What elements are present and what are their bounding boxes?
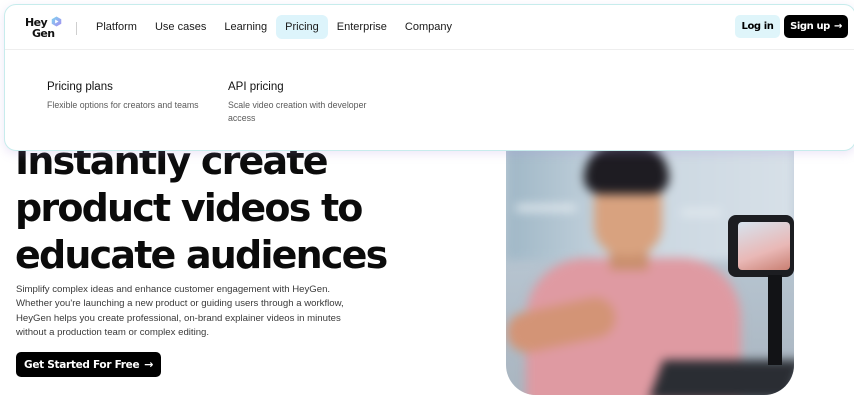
nav-item-company[interactable]: Company — [396, 15, 461, 39]
header-divider — [5, 49, 854, 50]
signup-button[interactable]: Sign up → — [784, 15, 848, 38]
logo-divider — [76, 22, 77, 35]
nav-item-pricing[interactable]: Pricing — [276, 15, 328, 39]
menu-item-api-pricing[interactable]: API pricing Scale video creation with de… — [228, 81, 393, 126]
menu-item-title: Pricing plans — [47, 81, 113, 93]
menu-item-pricing-plans[interactable]: Pricing plans Flexible options for creat… — [47, 81, 212, 112]
nav-item-platform[interactable]: Platform — [87, 15, 146, 39]
header-nav-panel: Hey Gen Platform Use cases Learning Pric… — [4, 4, 854, 151]
arrow-right-icon: → — [833, 21, 842, 32]
logo-text-line2: Gen — [32, 27, 55, 40]
hero-video-image — [506, 130, 794, 395]
get-started-button[interactable]: Get Started For Free → — [16, 352, 162, 377]
phone-screen — [738, 222, 790, 270]
heygen-logo[interactable]: Hey Gen — [25, 15, 67, 43]
signup-label: Sign up — [790, 21, 830, 32]
nav-item-enterprise[interactable]: Enterprise — [328, 15, 396, 39]
login-button[interactable]: Log in — [735, 15, 780, 38]
tripod — [768, 275, 782, 365]
headline-line: educate audiences — [15, 233, 388, 277]
cta-label: Get Started For Free — [24, 358, 140, 371]
logo-mark-icon — [51, 16, 62, 27]
hero-headline: Instantly create product videos to educa… — [15, 138, 435, 279]
nav-item-learning[interactable]: Learning — [215, 15, 276, 39]
menu-item-description: Flexible options for creators and teams — [47, 100, 199, 110]
menu-item-description: Scale video creation with developer acce… — [228, 100, 367, 124]
headline-line: product videos to — [15, 186, 363, 230]
menu-item-title: API pricing — [228, 81, 284, 93]
main-nav: Platform Use cases Learning Pricing Ente… — [87, 15, 461, 41]
hero-description: Simplify complex ideas and enhance custo… — [16, 284, 344, 339]
arrow-right-icon: → — [144, 358, 154, 371]
nav-item-use-cases[interactable]: Use cases — [146, 15, 215, 39]
